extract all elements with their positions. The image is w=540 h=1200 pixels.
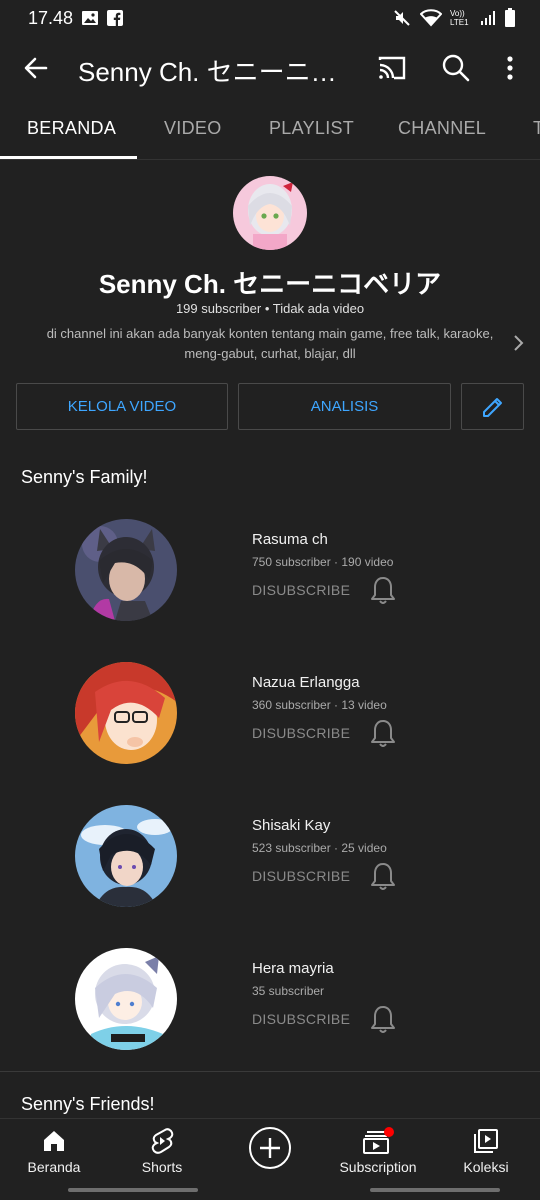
bell-icon[interactable]: [370, 575, 396, 605]
gesture-bar: [370, 1188, 500, 1192]
create-icon: [249, 1127, 291, 1169]
channel-stats: 750 subscriber · 190 video: [252, 555, 394, 569]
shorts-icon: [151, 1128, 174, 1154]
list-item[interactable]: Shisaki Kay 523 subscriber · 25 video DI…: [0, 805, 540, 909]
avatar[interactable]: [75, 662, 177, 764]
bottom-navigation: Beranda Shorts Subscription Koleksi: [0, 1118, 540, 1200]
status-time: 17.48: [28, 7, 74, 28]
edit-channel-button[interactable]: [461, 383, 524, 430]
nav-beranda[interactable]: Beranda: [0, 1127, 108, 1175]
wifi-icon: [420, 9, 442, 27]
library-icon: [474, 1129, 498, 1153]
channel-stats: 35 subscriber: [252, 984, 325, 998]
page-title: Senny Ch. セニーニコベリア: [78, 57, 358, 87]
home-icon: [44, 1131, 64, 1151]
status-bar: 17.48 Vo)) LTE1: [0, 0, 540, 36]
nav-koleksi[interactable]: Koleksi: [432, 1127, 540, 1175]
pencil-icon: [482, 397, 502, 417]
nav-label: Shorts: [141, 1159, 183, 1175]
unsubscribe-button[interactable]: DISUBSCRIBE: [252, 1011, 350, 1027]
nav-label: Beranda: [27, 1159, 81, 1175]
bell-icon[interactable]: [370, 1004, 396, 1034]
unsubscribe-button[interactable]: DISUBSCRIBE: [252, 725, 350, 741]
channel-name[interactable]: Shisaki Kay: [252, 817, 330, 834]
channel-name[interactable]: Nazua Erlangga: [252, 674, 360, 691]
subscriptions-icon: [363, 1127, 394, 1154]
tab-playlist[interactable]: PLAYLIST: [269, 118, 354, 139]
channel-description[interactable]: di channel ini akan ada banyak konten te…: [40, 324, 500, 364]
section-divider: [0, 1071, 540, 1072]
list-item[interactable]: Hera mayria 35 subscriber DISUBSCRIBE: [0, 948, 540, 1052]
gesture-bar: [68, 1188, 198, 1192]
nav-create[interactable]: [216, 1125, 324, 1171]
channel-name[interactable]: Hera mayria: [252, 960, 334, 977]
mute-icon: [394, 10, 410, 26]
list-item[interactable]: Rasuma ch 750 subscriber · 190 video DIS…: [0, 519, 540, 623]
tab-more[interactable]: T: [533, 118, 540, 139]
channel-avatar[interactable]: [233, 176, 307, 250]
tab-video[interactable]: VIDEO: [164, 118, 222, 139]
nav-shorts[interactable]: Shorts: [108, 1127, 216, 1175]
more-vert-icon[interactable]: [494, 50, 530, 86]
bell-icon[interactable]: [370, 861, 396, 891]
nav-subscription[interactable]: Subscription: [324, 1127, 432, 1175]
avatar[interactable]: [75, 948, 177, 1050]
channel-name[interactable]: Rasuma ch: [252, 531, 328, 548]
bell-icon[interactable]: [370, 718, 396, 748]
family-section-title: Senny's Family!: [21, 467, 148, 487]
cast-icon[interactable]: [374, 50, 410, 86]
tab-beranda[interactable]: BERANDA: [27, 118, 116, 139]
tabs-divider: [0, 159, 540, 160]
signal-icon: [481, 11, 495, 25]
nav-label: Subscription: [339, 1159, 417, 1175]
unsubscribe-button[interactable]: DISUBSCRIBE: [252, 582, 350, 598]
friends-section-title: Senny's Friends!: [21, 1094, 155, 1114]
list-item[interactable]: Nazua Erlangga 360 subscriber · 13 video…: [0, 662, 540, 766]
chevron-right-icon[interactable]: [510, 332, 528, 354]
network-label: Vo)) LTE1: [450, 9, 469, 27]
unsubscribe-button[interactable]: DISUBSCRIBE: [252, 868, 350, 884]
avatar[interactable]: [75, 519, 177, 621]
channel-tabs: BERANDA VIDEO PLAYLIST CHANNEL T: [0, 100, 540, 160]
search-icon[interactable]: [438, 50, 474, 86]
channel-stats: 360 subscriber · 13 video: [252, 698, 387, 712]
avatar[interactable]: [75, 805, 177, 907]
facebook-icon: [107, 10, 124, 26]
tab-channel[interactable]: CHANNEL: [398, 118, 486, 139]
gallery-icon: [82, 11, 99, 25]
channel-stats: 199 subscriber • Tidak ada video: [175, 301, 365, 316]
manage-videos-button[interactable]: KELOLA VIDEO: [16, 383, 228, 430]
nav-label: Koleksi: [463, 1159, 509, 1175]
back-arrow-icon[interactable]: [18, 50, 54, 86]
channel-stats: 523 subscriber · 25 video: [252, 841, 387, 855]
analytics-button[interactable]: ANALISIS: [238, 383, 451, 430]
app-bar: Senny Ch. セニーニコベリア: [0, 36, 540, 100]
channel-name: Senny Ch. セニーニコベリア: [98, 269, 442, 299]
battery-icon: [505, 8, 515, 27]
